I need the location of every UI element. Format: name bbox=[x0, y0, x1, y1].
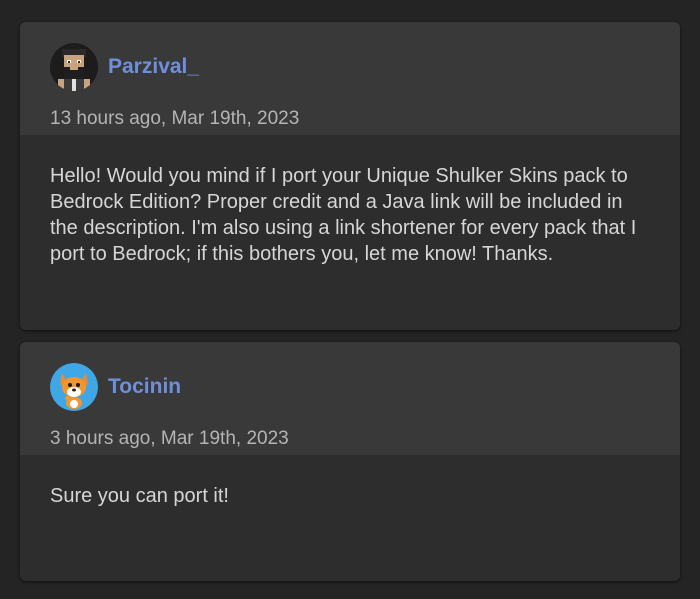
comment-card: Parzival_ 13 hours ago, Mar 19th, 2023 H… bbox=[20, 22, 680, 330]
comment-body: Hello! Would you mind if I port your Uni… bbox=[20, 135, 680, 330]
author-username[interactable]: Parzival_ bbox=[108, 55, 199, 79]
comment-timestamp: 13 hours ago, Mar 19th, 2023 bbox=[50, 108, 300, 129]
fox-avatar-icon[interactable] bbox=[50, 363, 98, 411]
comment-text: Sure you can port it! bbox=[50, 485, 229, 507]
author-username[interactable]: Tocinin bbox=[108, 375, 181, 399]
comment-text: Hello! Would you mind if I port your Uni… bbox=[50, 165, 637, 265]
comment-body: Sure you can port it! bbox=[20, 455, 680, 581]
comment-header: Tocinin 3 hours ago, Mar 19th, 2023 bbox=[20, 342, 680, 455]
author-row: Parzival_ bbox=[50, 42, 680, 92]
pixel-avatar-icon[interactable] bbox=[50, 43, 98, 91]
comment-card: Tocinin 3 hours ago, Mar 19th, 2023 Sure… bbox=[20, 342, 680, 581]
comment-timestamp: 3 hours ago, Mar 19th, 2023 bbox=[50, 428, 289, 449]
comment-header: Parzival_ 13 hours ago, Mar 19th, 2023 bbox=[20, 22, 680, 135]
author-row: Tocinin bbox=[50, 362, 680, 412]
